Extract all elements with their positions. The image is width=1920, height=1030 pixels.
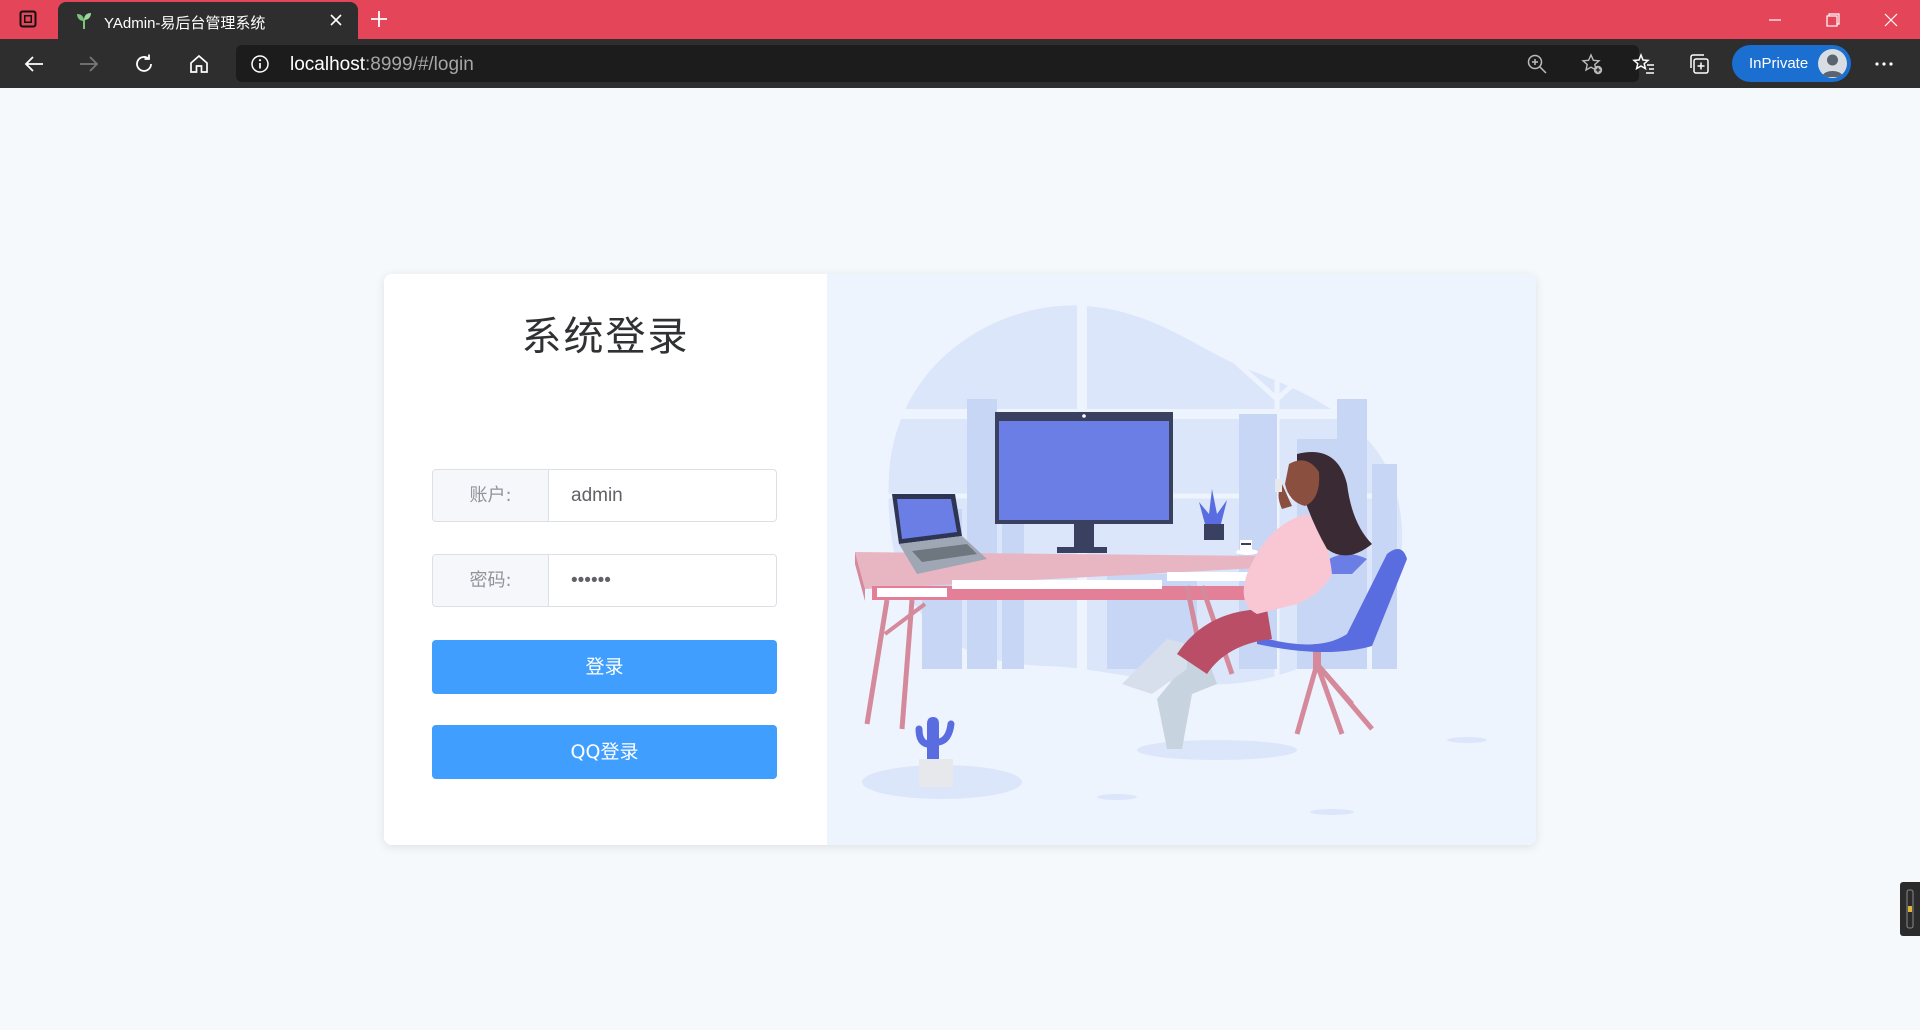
info-icon[interactable] bbox=[250, 54, 270, 74]
login-form: 系统登录 账户: 密码: 登录 QQ登录 bbox=[384, 274, 827, 845]
tab-title: YAdmin-易后台管理系统 bbox=[104, 15, 266, 32]
page-body: 系统登录 账户: 密码: 登录 QQ登录 bbox=[0, 88, 1920, 1030]
window-menu-icon[interactable] bbox=[18, 9, 38, 29]
url-text: localhost:8999/#/login bbox=[290, 54, 474, 76]
avatar bbox=[1818, 49, 1847, 78]
browser-titlebar: YAdmin-易后台管理系统 bbox=[0, 0, 1920, 39]
plus-icon[interactable] bbox=[368, 8, 390, 30]
cactus bbox=[915, 717, 955, 787]
workspace-illustration bbox=[855, 294, 1487, 815]
inprivate-label: InPrivate bbox=[1749, 55, 1809, 72]
arrow-left-icon[interactable] bbox=[20, 50, 48, 78]
login-button[interactable]: 登录 bbox=[432, 640, 777, 694]
favorites-icon[interactable] bbox=[1630, 50, 1658, 78]
account-input[interactable] bbox=[549, 470, 775, 521]
minimize-icon[interactable] bbox=[1752, 6, 1798, 34]
more-icon[interactable] bbox=[1870, 50, 1898, 78]
qq-login-button[interactable]: QQ登录 bbox=[432, 725, 777, 779]
address-bar[interactable]: localhost:8999/#/login bbox=[236, 45, 1639, 82]
close-icon[interactable] bbox=[326, 10, 346, 30]
password-label: 密码: bbox=[433, 555, 549, 606]
side-panel-handle[interactable] bbox=[1900, 882, 1920, 936]
star-add-icon[interactable] bbox=[1581, 53, 1603, 75]
zoom-in-icon[interactable] bbox=[1526, 53, 1548, 75]
arrow-right-icon bbox=[75, 50, 103, 78]
collections-icon[interactable] bbox=[1685, 50, 1713, 78]
url-path: :8999/#/login bbox=[365, 54, 474, 75]
url-host: localhost bbox=[290, 54, 365, 75]
account-field-group: 账户: bbox=[432, 469, 777, 522]
inprivate-badge[interactable]: InPrivate bbox=[1732, 45, 1851, 82]
refresh-icon[interactable] bbox=[130, 50, 158, 78]
sprout-icon bbox=[74, 11, 94, 31]
restore-icon[interactable] bbox=[1810, 6, 1856, 34]
password-input[interactable] bbox=[549, 555, 775, 606]
account-label: 账户: bbox=[433, 470, 549, 521]
login-illustration-panel bbox=[827, 274, 1536, 845]
login-card: 系统登录 账户: 密码: 登录 QQ登录 bbox=[384, 274, 1536, 845]
browser-tab-active[interactable]: YAdmin-易后台管理系统 bbox=[58, 2, 358, 39]
page-title: 系统登录 bbox=[521, 314, 690, 360]
password-field-group: 密码: bbox=[432, 554, 777, 607]
browser-toolbar: localhost:8999/#/login InPrivate bbox=[0, 39, 1920, 88]
close-window-icon[interactable] bbox=[1868, 6, 1914, 34]
home-icon[interactable] bbox=[185, 50, 213, 78]
